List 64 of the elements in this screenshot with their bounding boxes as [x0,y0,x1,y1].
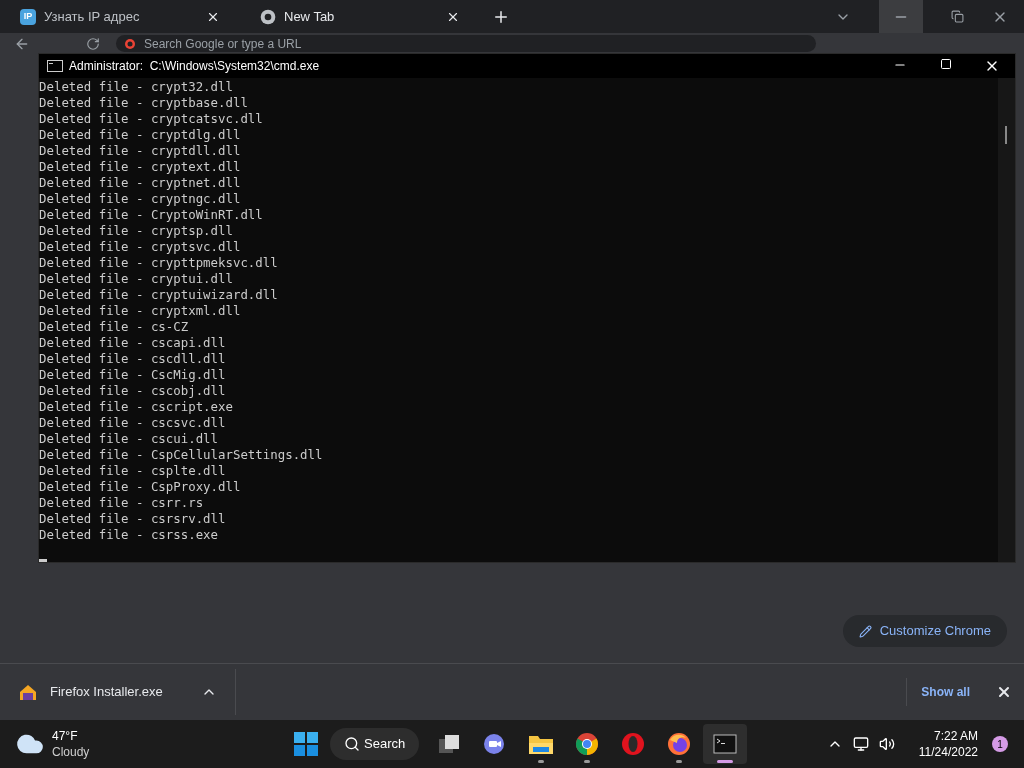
console-line: Deleted file - cryptngc.dll [39,191,241,207]
tab-title: Узнать IP адрес [44,7,141,26]
console-line: Deleted file - cryptsvc.dll [39,239,241,255]
weather-condition: Cloudy [52,744,90,760]
clock-date[interactable]: 11/24/2022 [918,744,978,760]
console-line: Deleted file - csrsrv.dll [39,511,226,527]
reload-icon[interactable] [86,37,100,51]
console-line: Deleted file - cscsvc.dll [39,415,226,431]
clock-time[interactable]: 7:22 AM [933,728,978,744]
terminal-icon [713,734,738,754]
console-line: Deleted file - cryptdll.dll [39,143,241,159]
restore-icon[interactable] [951,10,964,23]
volume-icon[interactable] [878,736,895,752]
console-line: Deleted file - cryptuiwizard.dll [39,287,278,303]
console-line: Deleted file - cryptsp.dll [39,223,233,239]
search-button[interactable]: Search [330,728,420,760]
omnibox[interactable]: Search Google or type a URL [116,35,816,52]
maximize-icon[interactable] [940,58,952,70]
console-line: Deleted file - csplte.dll [39,463,226,479]
console-line: Deleted file - crypttpmeksvc.dll [39,255,278,271]
console-line: Deleted file - cs-CZ [39,319,189,335]
console-line: Deleted file - cryptnet.dll [39,175,241,191]
console-line: Deleted file - CspProxy.dll [39,479,241,495]
console-line: Deleted file - cryptdlg.dll [39,127,241,143]
console-line: Deleted file - CscMig.dll [39,367,226,383]
console-line: Deleted file - csrr.rs [39,495,204,511]
scrollbar[interactable] [998,78,1015,562]
console-line: Deleted file - cscdll.dll [39,351,226,367]
taskbar-app[interactable] [703,724,748,764]
customize-chrome-button[interactable]: Customize Chrome [842,615,1007,647]
network-icon[interactable] [852,736,869,752]
text-cursor [39,559,47,562]
pencil-icon [858,624,872,638]
notification-badge[interactable]: 1 [992,736,1008,752]
back-icon[interactable] [14,36,30,52]
console-icon [47,60,63,72]
console-line: Deleted file - cscapi.dll [39,335,226,351]
download-filename[interactable]: Firefox Installer.exe [50,682,189,702]
opera-icon [621,732,646,756]
site-favicon: IP [20,8,36,25]
close-icon[interactable] [996,684,1012,700]
console-line: Deleted file - cryptbase.dll [39,95,248,111]
console-line: Deleted file - cryptxml.dll [39,303,241,319]
window-title: Administrator: C:\Windows\System32\cmd.exe [69,58,321,75]
console-line: Deleted file - cryptui.dll [39,271,233,287]
console-line: Deleted file - cscui.dll [39,431,219,447]
console-line: Deleted file - CspCellularSettings.dll [39,447,323,463]
firefox-icon [667,732,692,756]
console-line: Deleted file - crypt32.dll [39,79,233,95]
omnibox-placeholder: Search Google or type a URL [144,36,303,51]
search-icon [344,736,360,752]
show-all-button[interactable]: Show all [906,678,984,706]
console-line: Deleted file - cscript.exe [39,399,233,415]
windows-stack-icon [437,733,462,755]
weather-temperature: 47°F [52,728,79,744]
installer-icon [18,682,38,702]
windows-logo-icon[interactable] [294,732,318,756]
tab-title: New Tab [284,7,336,26]
console-line: Deleted file - CryptoWinRT.dll [39,207,263,223]
console-line: Deleted file - cscobj.dll [39,383,226,399]
console-line: Deleted file - csrss.exe [39,527,219,543]
folder-icon [528,733,555,755]
console-line: Deleted file - cryptext.dll [39,159,241,175]
console-line: Deleted file - cryptcatsvc.dll [39,111,263,127]
